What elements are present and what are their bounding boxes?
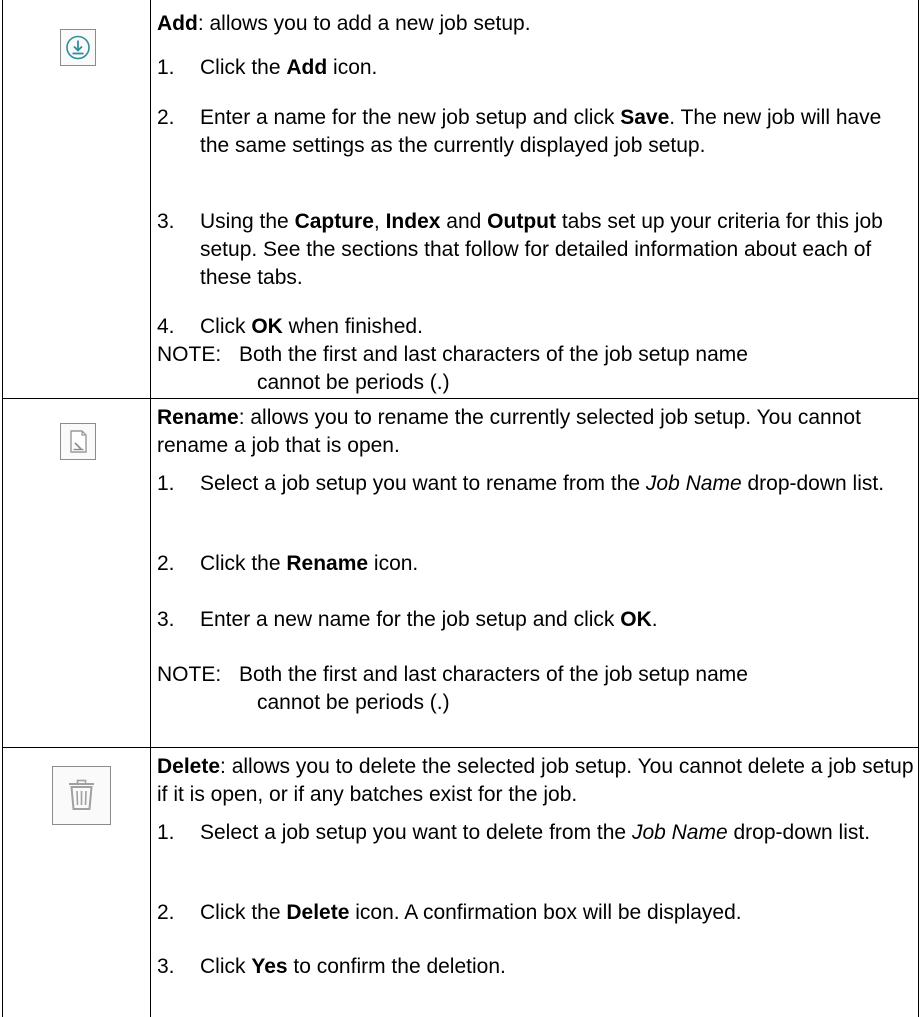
table-column-divider xyxy=(150,0,151,1017)
add-button[interactable] xyxy=(60,29,96,66)
row-divider-2 xyxy=(2,747,919,748)
rename-document-icon xyxy=(61,424,95,459)
table-right-border xyxy=(918,0,919,1017)
delete-description: Delete: allows you to delete the selecte… xyxy=(157,755,914,806)
rename-description: Rename: allows you to rename the current… xyxy=(157,406,861,457)
add-download-icon xyxy=(61,30,95,65)
trash-can-icon xyxy=(53,767,110,824)
delete-button[interactable] xyxy=(52,766,111,825)
row-divider-1 xyxy=(2,398,919,399)
add-description: Add: allows you to add a new job setup. xyxy=(157,12,531,35)
rename-button[interactable] xyxy=(60,423,96,460)
rename-title: Rename xyxy=(157,406,239,429)
delete-title: Delete xyxy=(157,755,221,778)
table-left-border xyxy=(2,0,3,1017)
add-title: Add xyxy=(157,12,198,35)
